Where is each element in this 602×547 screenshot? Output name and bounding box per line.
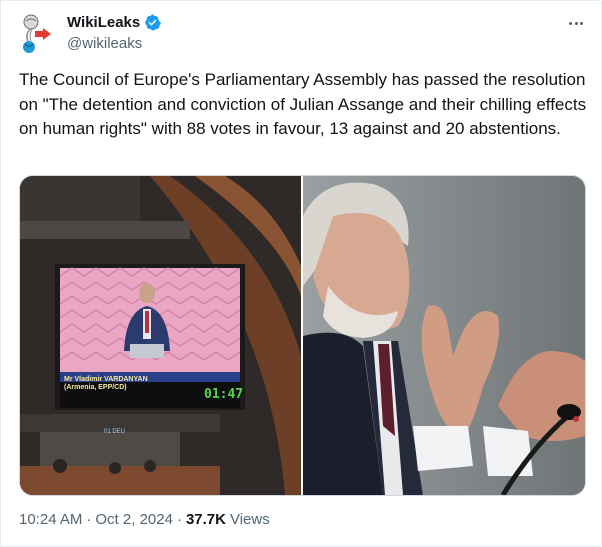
tweet-card: WikiLeaks @wikileaks The Council of Euro… [0,0,602,547]
speaker-name-line2: (Armenia, EPP/CD) [64,384,127,391]
speech-timer: 01:47 [204,387,244,402]
tweet-text: The Council of Europe's Parliamentary As… [19,70,587,138]
author-handle[interactable]: @wikileaks [67,35,142,52]
tweet-media[interactable]: Mr Vladimir VARDANYAN (Armenia, EPP/CD) … [19,175,586,496]
author-avatar[interactable] [19,13,59,53]
more-options-icon[interactable] [565,13,587,33]
author-name[interactable]: WikiLeaks [67,14,140,31]
media-photo-assange[interactable] [303,176,585,495]
meta-separator: · [176,511,182,528]
speaker-name-line1: Mr Vladimir VARDANYAN [64,376,148,383]
author-name-row[interactable]: WikiLeaks [67,14,162,31]
tweet-meta: 10:24 AM · Oct 2, 2024 · 37.7K Views [19,511,270,528]
verified-badge-icon [145,14,162,31]
lower-screen-label: 01 DEU [104,429,126,435]
views-label: Views [229,511,270,528]
media-photo-assembly-screen[interactable]: Mr Vladimir VARDANYAN (Armenia, EPP/CD) … [20,176,301,495]
meta-separator: · [86,511,92,528]
tweet-time[interactable]: 10:24 AM [19,511,82,528]
speaker-name-caption: Mr Vladimir VARDANYAN (Armenia, EPP/CD) [64,376,148,392]
tweet-date[interactable]: Oct 2, 2024 [95,511,173,528]
views-count[interactable]: 37.7K [186,511,226,528]
wikileaks-logo-icon [23,14,51,53]
